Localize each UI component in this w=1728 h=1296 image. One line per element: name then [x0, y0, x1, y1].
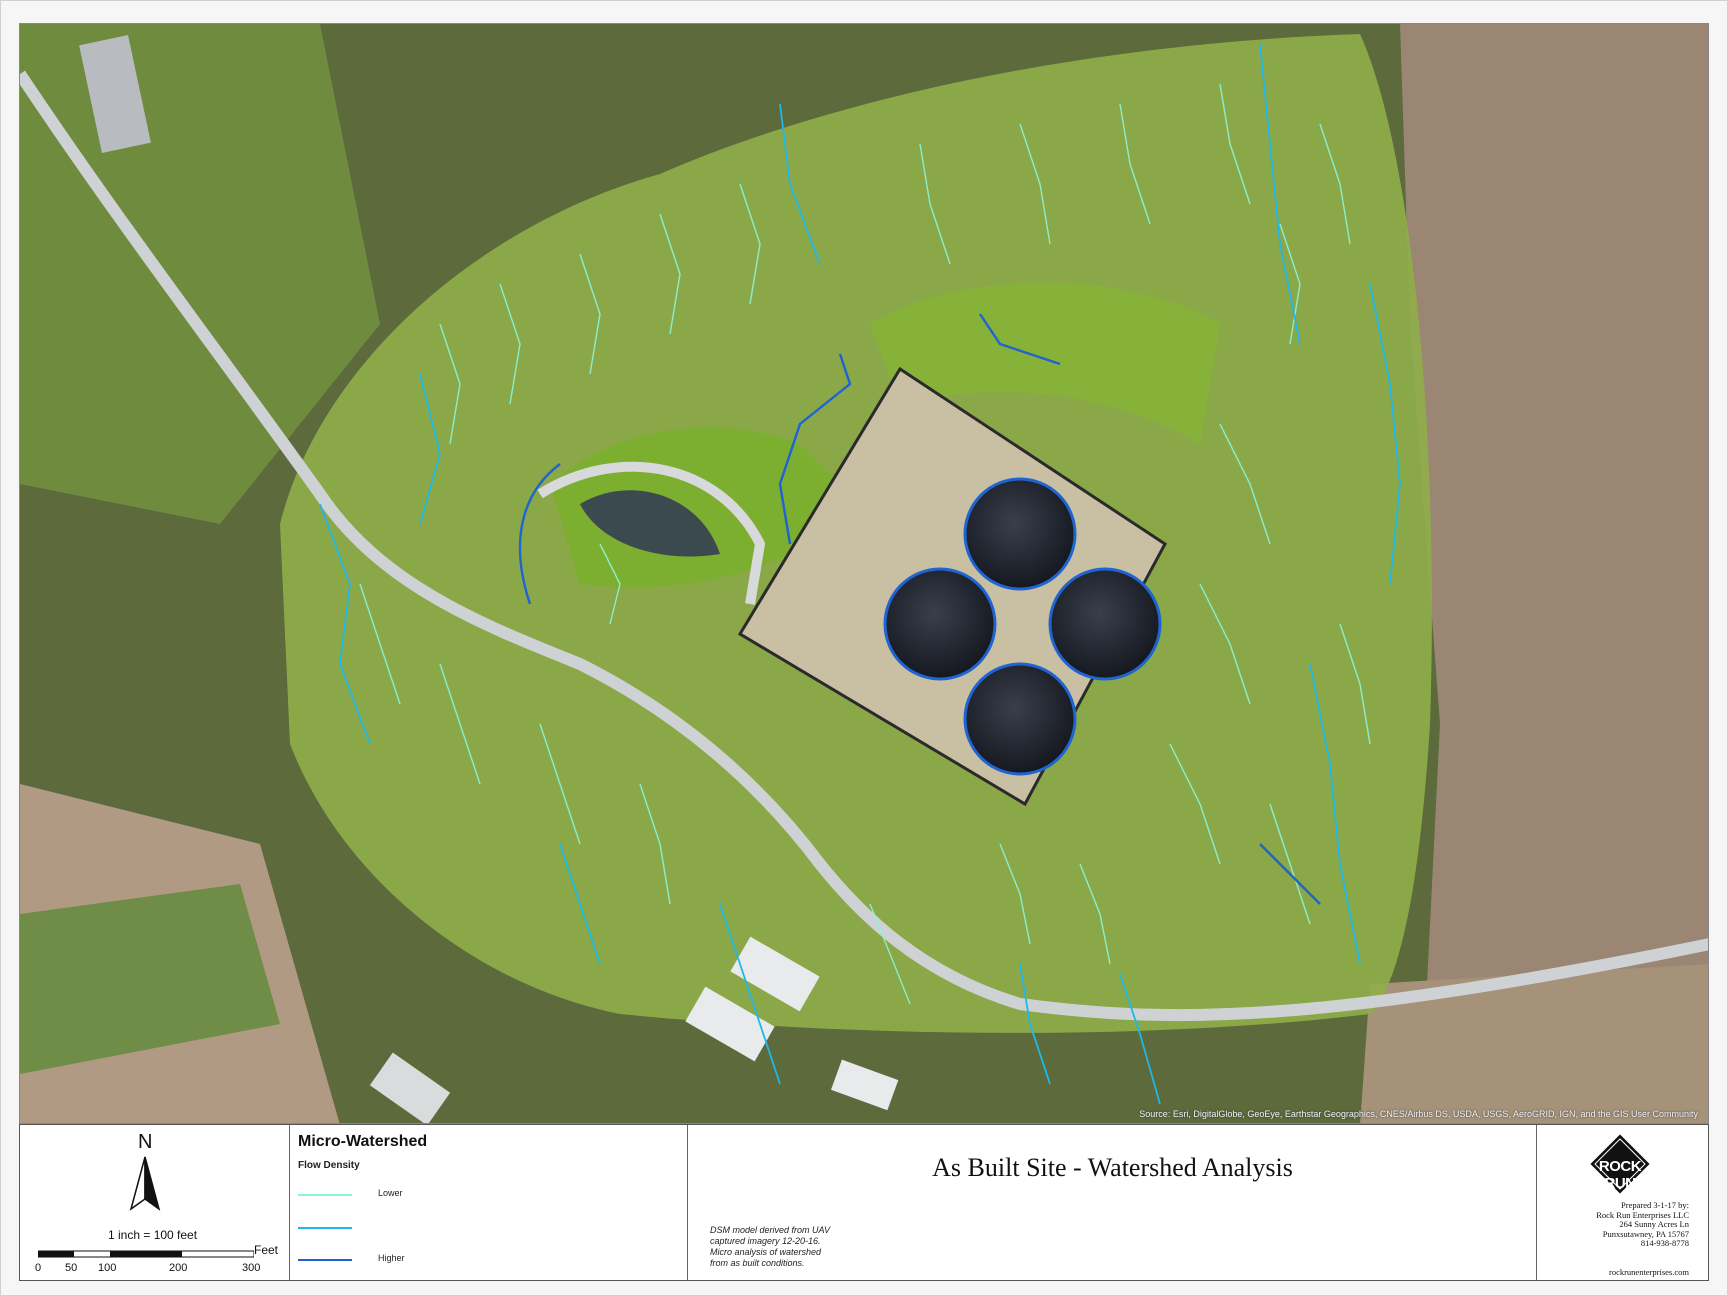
north-scale-panel: N 1 inch = 100 feet Feet 0 50 100 200 30… [20, 1125, 290, 1280]
scale-text: 1 inch = 100 feet [108, 1228, 198, 1242]
storage-tank [963, 477, 1077, 591]
data-source-note: DSM model derived from UAV captured imag… [710, 1225, 890, 1269]
legend-swatch-mid [298, 1227, 352, 1229]
field-southeast [1360, 964, 1708, 1123]
scale-tick: 50 [65, 1262, 78, 1274]
scale-tick: 0 [35, 1262, 42, 1274]
north-arrow-icon [129, 1156, 161, 1211]
storage-tank [883, 567, 997, 681]
legend-title: Micro-Watershed [298, 1133, 428, 1150]
legend-bar: N 1 inch = 100 feet Feet 0 50 100 200 30… [19, 1124, 1709, 1281]
company-panel: ROCK RUN Prepared 3-1-17 by: Rock Run En… [1537, 1125, 1708, 1280]
storage-tank [1048, 567, 1162, 681]
preparer-block: Prepared 3-1-17 by: Rock Run Enterprises… [1559, 1200, 1689, 1249]
title-panel: As Built Site - Watershed Analysis DSM m… [688, 1125, 1537, 1280]
company-logo-text: ROCK RUN [1598, 1158, 1642, 1192]
storage-tank [963, 662, 1077, 776]
note-line: from as built conditions. [710, 1258, 805, 1268]
legend-panel: Micro-Watershed Flow Density Lower Highe… [290, 1125, 688, 1280]
company-phone: 814-938-8778 [1640, 1238, 1689, 1249]
scale-unit: Feet [254, 1243, 279, 1257]
legend-swatch-higher [298, 1259, 352, 1261]
legend-label-lower: Lower [378, 1188, 403, 1198]
scale-tick: 100 [98, 1262, 117, 1274]
legend-label-higher: Higher [378, 1253, 405, 1263]
map-layout: Source: Esri, DigitalGlobe, GeoEye, Eart… [0, 0, 1728, 1296]
map-title: As Built Site - Watershed Analysis [932, 1153, 1293, 1182]
scale-tick: 300 [242, 1262, 261, 1274]
legend-swatch-lower [298, 1194, 352, 1196]
note-line: DSM model derived from UAV [710, 1225, 831, 1235]
note-line: Micro analysis of watershed [710, 1247, 822, 1257]
company-website[interactable]: rockrunenterprises.com [1559, 1267, 1689, 1277]
note-line: captured imagery 12-20-16. [710, 1236, 821, 1246]
scale-tick: 200 [169, 1262, 188, 1274]
scale-bar [38, 1250, 254, 1258]
aerial-map[interactable]: Source: Esri, DigitalGlobe, GeoEye, Eart… [19, 23, 1709, 1124]
legend-subtitle: Flow Density [298, 1160, 360, 1171]
map-canvas [20, 24, 1708, 1123]
map-attribution: Source: Esri, DigitalGlobe, GeoEye, Eart… [1139, 1109, 1698, 1119]
